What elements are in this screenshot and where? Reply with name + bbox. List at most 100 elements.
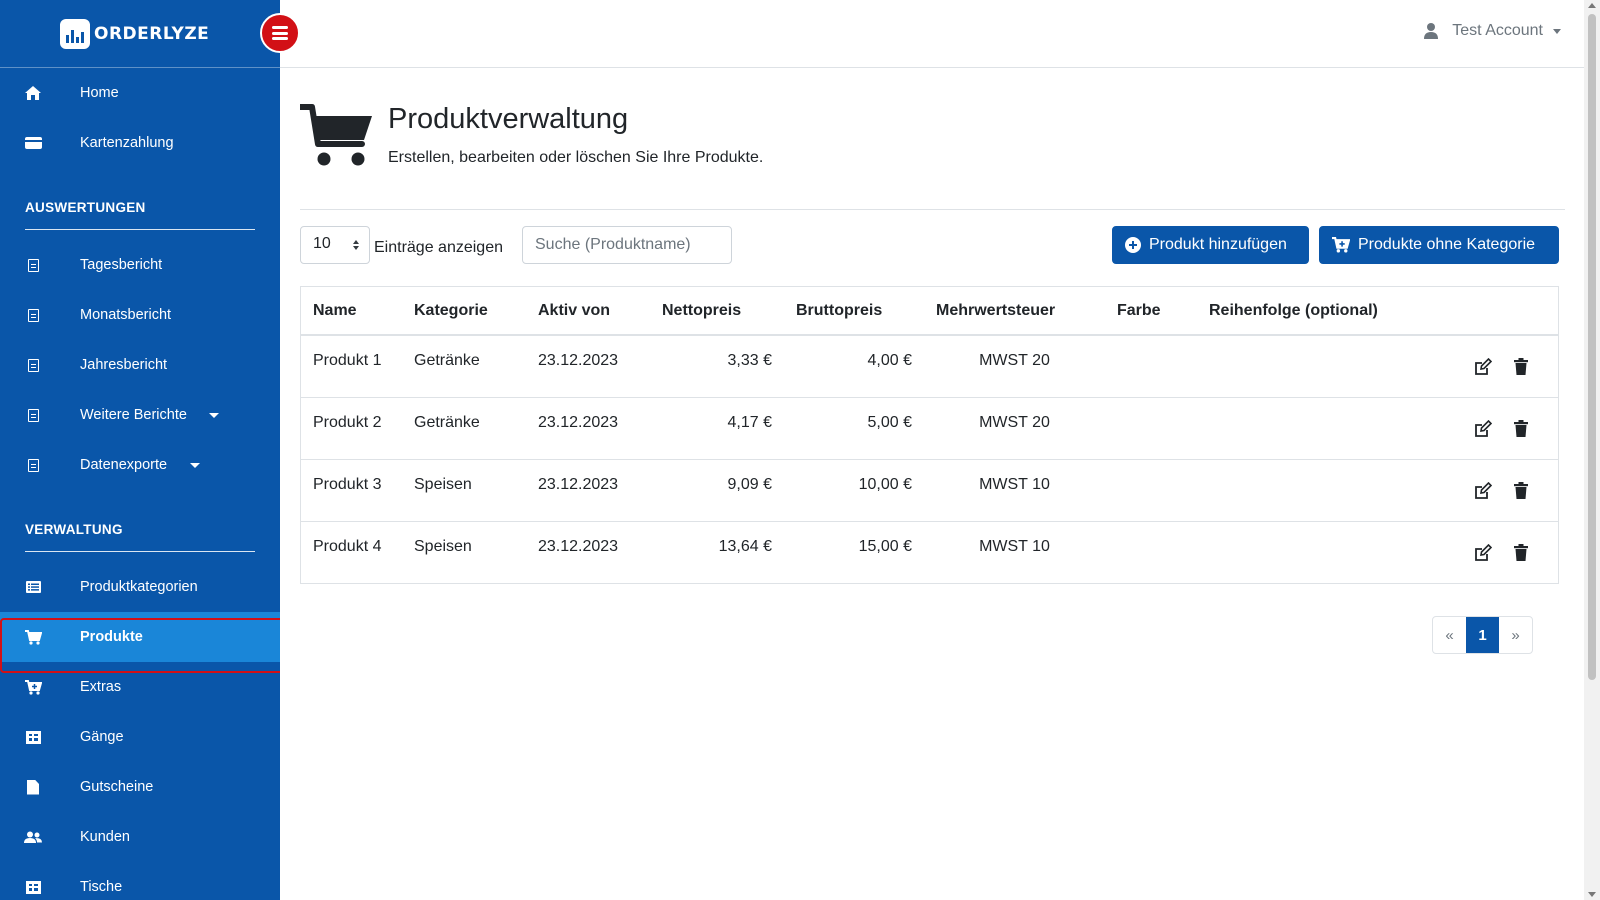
sidebar-item-label: Extras <box>80 679 122 695</box>
page-length-select[interactable]: 10 <box>300 226 370 264</box>
sidebar-item-label: Home <box>80 85 119 101</box>
add-product-label: Produkt hinzufügen <box>1149 236 1287 253</box>
scroll-up-icon[interactable] <box>1588 3 1596 8</box>
column-header-color[interactable]: Farbe <box>1105 287 1197 336</box>
sidebar-item-kunden[interactable]: Kunden <box>0 812 280 862</box>
table-controls: 10 Einträge anzeigen Produkt hinzufügen … <box>300 210 1565 290</box>
sidebar-item-label: Tische <box>80 879 123 895</box>
cell-gross-price: 15,00 € <box>784 520 924 583</box>
products-without-category-button[interactable]: Produkte ohne Kategorie <box>1319 226 1559 264</box>
sidebar-item-label: Tagesbericht <box>80 257 163 273</box>
edit-icon[interactable] <box>1474 419 1492 438</box>
sidebar-item-kartenzahlung[interactable]: Kartenzahlung <box>0 118 280 168</box>
add-product-button[interactable]: Produkt hinzufügen <box>1112 226 1309 264</box>
file-icon <box>24 358 42 372</box>
products-table: Name Kategorie Aktiv von Nettopreis Brut… <box>300 286 1559 584</box>
sidebar-item-label: Datenexporte <box>80 457 168 473</box>
cell-color <box>1105 458 1197 521</box>
sidebar-item-tagesbericht[interactable]: Tagesbericht <box>0 240 280 290</box>
sidebar-item-produkte[interactable]: Produkte <box>0 612 280 662</box>
trash-icon[interactable] <box>1514 481 1528 499</box>
account-name: Test Account <box>1452 22 1543 39</box>
cell-gross-price: 5,00 € <box>784 396 924 459</box>
cell-active-from: 23.12.2023 <box>538 352 619 369</box>
column-header-net-price[interactable]: Nettopreis <box>650 287 784 336</box>
products-without-category-label: Produkte ohne Kategorie <box>1358 236 1536 253</box>
column-header-category[interactable]: Kategorie <box>402 287 526 336</box>
column-header-name[interactable]: Name <box>301 287 402 336</box>
column-header-order[interactable]: Reihenfolge (optional) <box>1197 287 1438 336</box>
sidebar-item-gutscheine[interactable]: Gutscheine <box>0 762 280 812</box>
edit-icon[interactable] <box>1474 358 1492 376</box>
pagination-prev[interactable]: « <box>1433 617 1466 653</box>
file-icon <box>24 779 42 795</box>
column-header-actions <box>1438 287 1558 336</box>
pagination-page-current[interactable]: 1 <box>1466 617 1499 653</box>
brand[interactable]: ORDERLYZE <box>0 0 280 68</box>
page-scrollbar[interactable] <box>1584 0 1600 900</box>
cell-category: Getränke <box>414 352 480 369</box>
chevron-down-icon <box>190 463 200 468</box>
cell-net-price: 3,33 € <box>727 352 772 369</box>
edit-icon[interactable] <box>1474 481 1492 500</box>
select-arrows-icon <box>353 240 359 250</box>
cell-name: Produkt 3 <box>301 458 402 521</box>
scroll-down-icon[interactable] <box>1588 892 1596 897</box>
sidebar-item-label: Produktkategorien <box>80 579 198 595</box>
cart-icon <box>24 629 42 645</box>
column-header-vat[interactable]: Mehrwertsteuer <box>924 287 1105 336</box>
home-icon <box>24 86 42 100</box>
pagination: « 1 » <box>1432 616 1533 654</box>
table-row: Produkt 1 Getränke 23.12.2023 3,33 € 4,0… <box>301 335 1558 397</box>
section-heading-admin: VERWALTUNG <box>25 522 123 537</box>
cell-gross-price: 4,00 € <box>867 352 912 369</box>
table-icon <box>24 730 42 744</box>
cell-color <box>1105 520 1197 583</box>
sidebar-item-tische[interactable]: Tische <box>0 862 280 900</box>
cell-actions <box>1438 458 1558 521</box>
pagination-next[interactable]: » <box>1499 617 1532 653</box>
scrollbar-thumb[interactable] <box>1588 14 1596 680</box>
trash-icon[interactable] <box>1514 419 1528 437</box>
cell-order <box>1197 396 1438 459</box>
sidebar: ORDERLYZE Home Kartenzahlung AUSWERTUNGE… <box>0 0 280 900</box>
cart-icon <box>300 104 372 166</box>
list-icon <box>24 581 42 593</box>
cell-name: Produkt 1 <box>313 352 382 369</box>
sidebar-item-weitere-berichte[interactable]: Weitere Berichte <box>0 390 280 440</box>
sidebar-item-gaenge[interactable]: Gänge <box>0 712 280 762</box>
sidebar-item-extras[interactable]: Extras <box>0 662 280 712</box>
cell-name: Produkt 2 <box>301 396 402 459</box>
sidebar-item-jahresbericht[interactable]: Jahresbericht <box>0 340 280 390</box>
user-icon <box>1424 23 1439 39</box>
plus-circle-icon <box>1125 237 1141 253</box>
menu-toggle-button[interactable] <box>260 13 300 53</box>
sidebar-item-label: Weitere Berichte <box>80 407 187 423</box>
cell-vat: MWST 20 <box>979 352 1050 369</box>
sidebar-item-datenexporte[interactable]: Datenexporte <box>0 440 280 490</box>
sidebar-item-label: Monatsbericht <box>80 307 172 323</box>
file-icon <box>24 308 42 322</box>
trash-icon[interactable] <box>1514 358 1528 375</box>
edit-icon[interactable] <box>1474 543 1492 562</box>
column-header-gross-price[interactable]: Bruttopreis <box>784 287 924 336</box>
page-header: Produktverwaltung Erstellen, bearbeiten … <box>300 68 1565 210</box>
table-row: Produkt 3 Speisen 23.12.2023 9,09 € 10,0… <box>301 458 1558 521</box>
account-menu[interactable]: Test Account <box>1424 22 1561 40</box>
main-content: Produktverwaltung Erstellen, bearbeiten … <box>300 68 1565 654</box>
cart-plus-icon <box>24 679 42 695</box>
sidebar-item-monatsbericht[interactable]: Monatsbericht <box>0 290 280 340</box>
cell-vat: MWST 10 <box>924 458 1105 521</box>
sidebar-item-produktkategorien[interactable]: Produktkategorien <box>0 562 280 612</box>
column-header-active-from[interactable]: Aktiv von <box>526 287 650 336</box>
search-input[interactable] <box>522 226 732 264</box>
cell-net-price: 4,17 € <box>650 396 784 459</box>
cell-actions <box>1438 396 1558 459</box>
page-length-label: Einträge anzeigen <box>374 239 503 256</box>
brand-name: ORDERLYZE <box>94 23 210 44</box>
sidebar-item-home[interactable]: Home <box>0 68 280 118</box>
cell-active-from: 23.12.2023 <box>526 520 650 583</box>
sidebar-item-label: Gutscheine <box>80 779 154 795</box>
chevron-down-icon <box>209 413 219 418</box>
trash-icon[interactable] <box>1514 543 1528 561</box>
